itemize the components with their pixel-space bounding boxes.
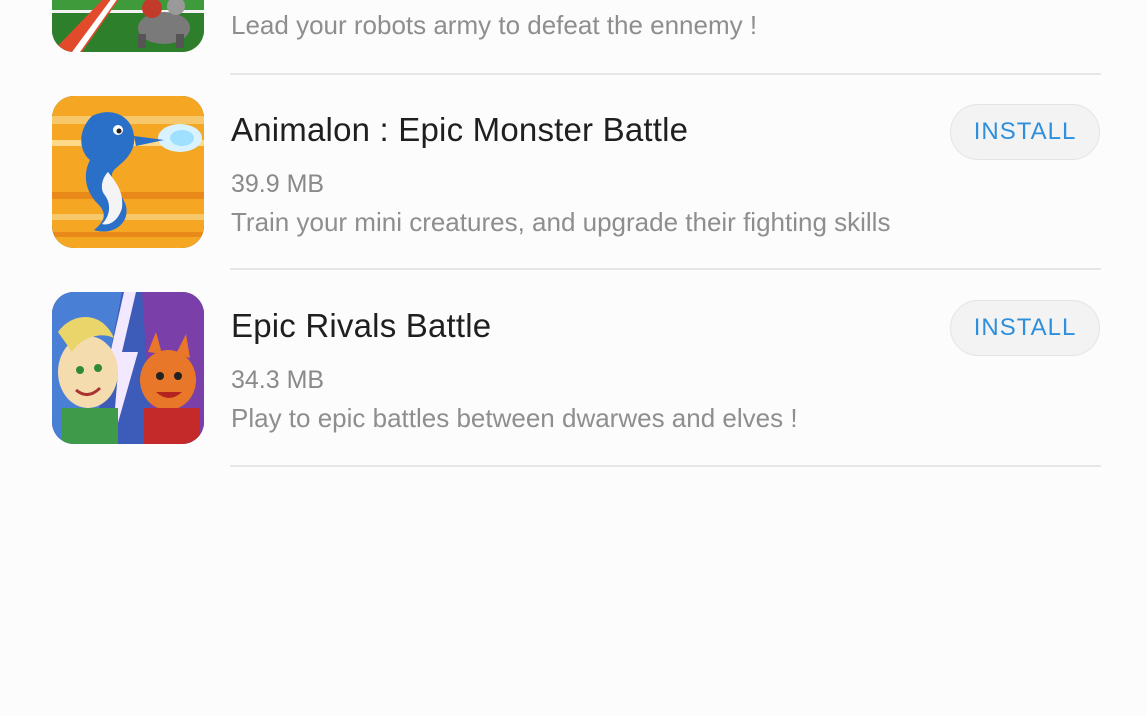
app-title[interactable]: Animalon : Epic Monster Battle (231, 111, 688, 149)
app-description: Train your mini creatures, and upgrade t… (231, 207, 891, 237)
list-item-robots-game[interactable]: Lead your robots army to defeat the enne… (0, 0, 1146, 76)
app-title[interactable]: Epic Rivals Battle (231, 307, 491, 345)
divider (230, 73, 1101, 75)
list-item-animalon[interactable]: Animalon : Epic Monster Battle 39.9 MB T… (0, 76, 1146, 269)
app-description: Play to epic battles between dwarwes and… (231, 403, 798, 433)
app-size: 34.3 MB (231, 366, 325, 394)
app-list: Lead your robots army to defeat the enne… (0, 0, 1146, 716)
install-button[interactable]: INSTALL (950, 300, 1100, 356)
dragon-monster-icon[interactable] (52, 96, 204, 248)
app-description: Lead your robots army to defeat the enne… (231, 10, 758, 40)
divider (230, 465, 1101, 467)
elf-dwarf-icon[interactable] (52, 292, 204, 444)
robot-game-icon[interactable] (52, 0, 204, 52)
list-item-epic-rivals[interactable]: Epic Rivals Battle 34.3 MB Play to epic … (0, 270, 1146, 466)
app-size: 39.9 MB (231, 170, 325, 198)
install-button[interactable]: INSTALL (950, 104, 1100, 160)
